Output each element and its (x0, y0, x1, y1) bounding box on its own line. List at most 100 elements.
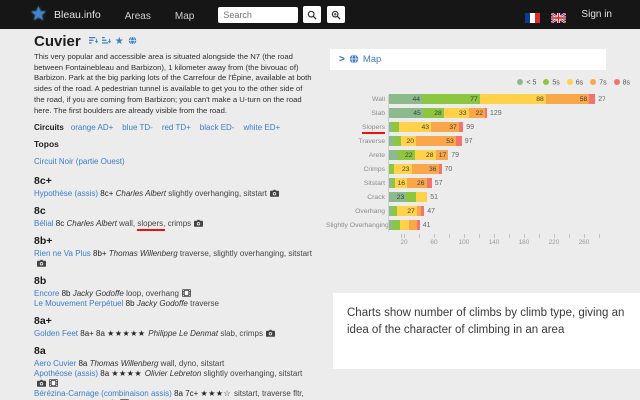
chart-category-label: Slightly Overhanging (326, 221, 389, 229)
uk-flag-icon[interactable] (550, 10, 568, 24)
climb-link[interactable]: Le Mouvement Perpétuel (34, 299, 123, 308)
bar-total-label: 129 (490, 109, 502, 117)
nav-link-map[interactable]: Map (175, 11, 194, 22)
chart-row: Sitstart 16 26 57 (326, 178, 605, 188)
legend-label: 7s (599, 79, 607, 87)
stacked-bar: 41 (389, 220, 605, 230)
climb-link[interactable]: Hypothèse (assis) (34, 189, 98, 198)
area-description: This very popular and accessible area is… (34, 52, 312, 115)
bar-segment-6s: 23 (394, 164, 412, 174)
stacked-bar: 27 47 (389, 206, 605, 216)
bar-total-label: 275 (598, 95, 605, 103)
grade-heading: 8a (34, 345, 46, 358)
x-tick-label: 260 (578, 239, 590, 246)
climb-link[interactable]: Bérézina-Carnage (combinaison assis) (34, 389, 172, 398)
bar-segment-8s (438, 164, 442, 174)
legend-label: 6s (575, 79, 584, 87)
main-nav: Areas Map (125, 6, 219, 24)
bar-segment-8s (589, 94, 596, 104)
chart-category-label: Wall (372, 95, 385, 103)
climb-link[interactable]: Encore (34, 289, 59, 298)
chart-row: Arete 22 28 17 79 (326, 150, 605, 160)
camera-icon (266, 329, 275, 337)
climb-link[interactable]: Aero Cuvier (34, 359, 76, 368)
bleau-info-page: ★ Bleau.info Areas Map Sign in Cuvier ★ T… (0, 0, 640, 400)
bar-segment-7s: 26 (407, 178, 427, 188)
chart-category-label: Sitstart (363, 179, 385, 187)
title-row: Cuvier ★ (34, 33, 314, 50)
search-icon (308, 10, 317, 20)
bar-segment-5: 45 (389, 108, 423, 118)
x-axis-labels: 20 60 100 140 180 220 260 (389, 238, 605, 247)
climb-author: Charles Albert (66, 219, 120, 229)
topos-label: Topos (34, 139, 59, 150)
nav-link-areas[interactable]: Areas (125, 11, 151, 22)
x-tick-label: 100 (458, 239, 470, 246)
stacked-bar: 23 36 70 (389, 164, 605, 174)
search-input[interactable] (218, 6, 299, 23)
climb-row: Hypothèse (assis) 8c+ Charles Albert sli… (34, 189, 314, 199)
chart-row: Slab 45 28 33 22 129 (326, 108, 605, 118)
bar-segment-6s: 43 (398, 122, 431, 132)
sort-numeric-icon[interactable] (101, 36, 111, 47)
camera-icon (269, 189, 279, 197)
bar-total-label: 47 (427, 207, 436, 215)
advanced-search-button[interactable] (327, 6, 346, 23)
bar-segment-6s (399, 220, 410, 230)
bar-total-label: 41 (422, 221, 431, 229)
legend-label: 8s (622, 79, 630, 87)
circuit-link[interactable]: orange AD+ (71, 123, 113, 132)
climb-row: Golden Feet 8a+ 8a ★★★★★ Philippe Le Den… (34, 329, 314, 339)
french-flag-icon[interactable] (525, 10, 541, 23)
bar-segment-5s (392, 122, 399, 132)
climb-type-chart: Wall44778858275 Slab45283322129 Slopers 433… (326, 94, 605, 247)
climb-row: Bélial 8c Charles Albert wall, slopers, … (34, 219, 314, 231)
circuit-link[interactable]: black ED- (200, 123, 235, 132)
climb-style: wall, dyno, sitstart (160, 359, 225, 369)
climb-link[interactable]: Apothéose (assis) (34, 369, 98, 378)
chart-row: Wall 44778858 275 (326, 94, 605, 104)
climb-author: Olivier Lebreton (144, 369, 204, 379)
chart-category-label: Crimps (363, 165, 385, 173)
map-link[interactable]: Map (363, 54, 381, 65)
circuit-link[interactable]: white ED+ (243, 123, 280, 132)
circuit-link[interactable]: red TD+ (162, 123, 191, 132)
film-icon (182, 289, 191, 297)
legend-dot (590, 79, 597, 85)
stacked-bar: 43 37 99 (389, 122, 605, 132)
stacked-bar: 23 51 (389, 192, 605, 202)
bar-segment-6s (416, 192, 428, 202)
x-tick-label: 20 (400, 239, 408, 246)
climb-row: Apothéose (assis) 8a ★★★★ Olivier Lebret… (34, 369, 314, 389)
climb-style: slightly overhanging, sitstart (168, 189, 267, 199)
topo-link[interactable]: Circuit Noir (partie Ouest) (34, 157, 125, 166)
chart-row: Slopers 43 37 99 (326, 122, 605, 134)
sign-in-link[interactable]: Sign in (581, 9, 612, 20)
camera-icon (194, 219, 204, 227)
climb-link[interactable]: Rien ne Va Plus (34, 249, 91, 258)
search-button[interactable] (303, 6, 322, 23)
favorite-star-icon[interactable]: ★ (115, 36, 124, 47)
legend-dot (613, 79, 620, 85)
chevron-right-icon: > (339, 54, 345, 65)
bleau-logo-icon[interactable]: ★ (30, 5, 47, 24)
bar-total-label: 99 (466, 123, 475, 131)
film-icon (49, 379, 58, 387)
chart-category-label: Slopers (326, 123, 385, 134)
circuit-link[interactable]: blue TD- (122, 123, 153, 132)
bar-segment-8s (455, 136, 462, 146)
globe-icon[interactable] (128, 36, 137, 47)
climb-link[interactable]: Golden Feet (34, 329, 78, 338)
climb-row: Le Mouvement Perpétuel 8b Jacky Godoffe … (34, 299, 314, 309)
bar-segment-8s (485, 108, 487, 118)
bar-segment-5s (394, 136, 401, 146)
chart-row: Overhang 27 47 (326, 206, 605, 216)
bar-segment-5s (406, 192, 416, 202)
climb-link[interactable]: Bélial (34, 219, 54, 228)
sort-alpha-icon[interactable] (88, 36, 98, 47)
map-panel[interactable]: > Map (330, 49, 606, 70)
bar-segment-6s: 28 (414, 150, 436, 160)
x-tick-label: 180 (518, 239, 530, 246)
brand-link[interactable]: Bleau.info (54, 9, 101, 21)
climb-grade: 8a 7c+ (171, 389, 201, 399)
